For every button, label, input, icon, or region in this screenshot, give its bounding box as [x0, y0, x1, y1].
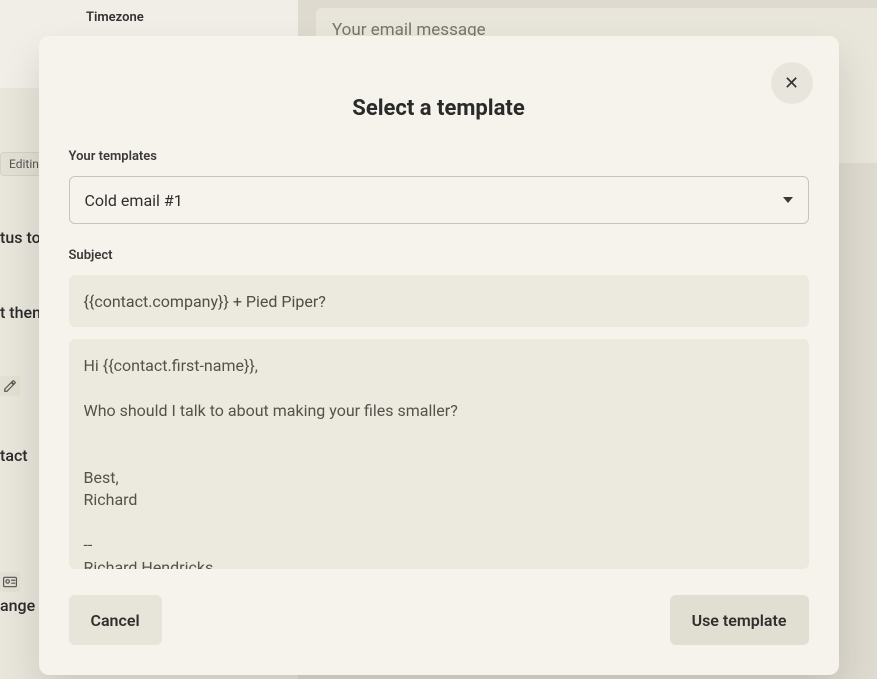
modal-title: Select a template	[69, 96, 809, 121]
select-template-modal: ✕ Select a template Your templates Cold …	[39, 36, 839, 675]
close-icon: ✕	[784, 73, 799, 94]
modal-overlay: ✕ Select a template Your templates Cold …	[0, 0, 877, 679]
subject-label: Subject	[69, 248, 809, 263]
cancel-button[interactable]: Cancel	[69, 595, 162, 645]
chevron-down-icon	[783, 197, 793, 203]
modal-actions: Cancel Use template	[69, 595, 809, 645]
template-select[interactable]: Cold email #1	[69, 176, 809, 224]
close-button[interactable]: ✕	[771, 62, 813, 104]
templates-label: Your templates	[69, 149, 809, 164]
use-template-button[interactable]: Use template	[670, 595, 809, 645]
subject-input[interactable]	[69, 275, 809, 327]
email-body-textarea[interactable]	[69, 339, 809, 569]
template-select-value: Cold email #1	[85, 191, 183, 210]
